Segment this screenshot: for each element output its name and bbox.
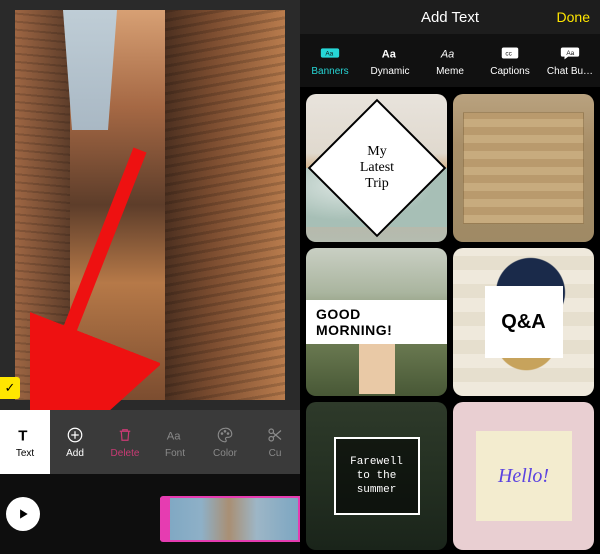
banner-text: GOOD MORNING! <box>306 300 447 344</box>
tool-delete[interactable]: Delete <box>100 410 150 474</box>
tool-label: Color <box>213 448 237 459</box>
tool-label: Delete <box>111 448 140 459</box>
text-icon: T <box>15 425 35 445</box>
banner-template-morning[interactable]: GOOD MORNING! <box>306 248 447 396</box>
tab-label: Meme <box>436 66 464 77</box>
trash-icon <box>115 425 135 445</box>
palette-icon <box>215 425 235 445</box>
tab-label: Banners <box>311 66 348 77</box>
tab-dynamic[interactable]: Aa Dynamic <box>360 34 420 87</box>
tab-label: Captions <box>490 66 529 77</box>
editor-panel: ✓ T Text Add Delete Aa <box>0 0 300 554</box>
svg-text:Aa: Aa <box>167 431 182 443</box>
confirm-tab[interactable]: ✓ <box>0 377 20 399</box>
preview-area <box>0 0 300 410</box>
add-text-panel: Add Text Done Aa Banners Aa Dynamic Aa M… <box>300 0 600 554</box>
video-preview[interactable] <box>15 10 285 400</box>
tool-label: Font <box>165 448 185 459</box>
font-icon: Aa <box>165 425 185 445</box>
tab-chat-bubbles[interactable]: Aa Chat Bu… <box>540 34 600 87</box>
svg-text:Aa: Aa <box>440 49 454 61</box>
banner-template-hello[interactable]: Hello! <box>453 402 594 550</box>
panel-title: Add Text <box>421 9 479 26</box>
dynamic-icon: Aa <box>379 44 401 62</box>
tool-label: Cu <box>269 448 282 459</box>
check-icon: ✓ <box>5 380 16 396</box>
banner-template-farewell[interactable]: Farewellto thesummer <box>306 402 447 550</box>
tab-meme[interactable]: Aa Meme <box>420 34 480 87</box>
tool-cut[interactable]: Cu <box>250 410 300 474</box>
banner-text: Farewellto thesummer <box>350 455 403 498</box>
panel-header: Add Text Done <box>300 0 600 34</box>
tool-add[interactable]: Add <box>50 410 100 474</box>
banner-text: My New Recipe <box>471 150 576 187</box>
svg-text:Aa: Aa <box>325 51 333 58</box>
banner-template-trip[interactable]: MyLatestTrip <box>306 94 447 242</box>
style-tabs: Aa Banners Aa Dynamic Aa Meme cc Caption… <box>300 34 600 88</box>
clip-thumbnail[interactable] <box>160 496 300 542</box>
tool-font[interactable]: Aa Font <box>150 410 200 474</box>
tool-color[interactable]: Color <box>200 410 250 474</box>
text-toolbar: T Text Add Delete Aa Font <box>0 410 300 474</box>
tool-label: Add <box>66 448 84 459</box>
banner-text: Q&A <box>485 286 563 358</box>
done-button[interactable]: Done <box>557 9 590 25</box>
banner-template-recipe[interactable]: My New Recipe <box>453 94 594 242</box>
banner-text: Hello! <box>476 431 572 521</box>
meme-icon: Aa <box>439 44 461 62</box>
play-button[interactable] <box>6 497 40 531</box>
tool-text[interactable]: T Text <box>0 410 50 474</box>
banner-text: MyLatestTrip <box>359 144 393 192</box>
chat-icon: Aa <box>559 44 581 62</box>
svg-text:Aa: Aa <box>566 50 574 57</box>
banners-icon: Aa <box>319 44 341 62</box>
banner-grid: MyLatestTrip My New Recipe GOOD MORNING!… <box>300 88 600 554</box>
tab-label: Dynamic <box>371 66 410 77</box>
tab-captions[interactable]: cc Captions <box>480 34 540 87</box>
tool-label: Text <box>16 448 34 459</box>
scissors-icon <box>265 425 285 445</box>
tab-banners[interactable]: Aa Banners <box>300 34 360 87</box>
play-icon <box>16 507 30 521</box>
plus-circle-icon <box>65 425 85 445</box>
banner-template-qa[interactable]: Q&A <box>453 248 594 396</box>
svg-text:cc: cc <box>505 51 512 58</box>
svg-text:Aa: Aa <box>382 49 397 61</box>
svg-text:T: T <box>18 427 27 444</box>
tab-label: Chat Bu… <box>547 66 593 77</box>
captions-icon: cc <box>499 44 521 62</box>
timeline <box>0 474 300 554</box>
